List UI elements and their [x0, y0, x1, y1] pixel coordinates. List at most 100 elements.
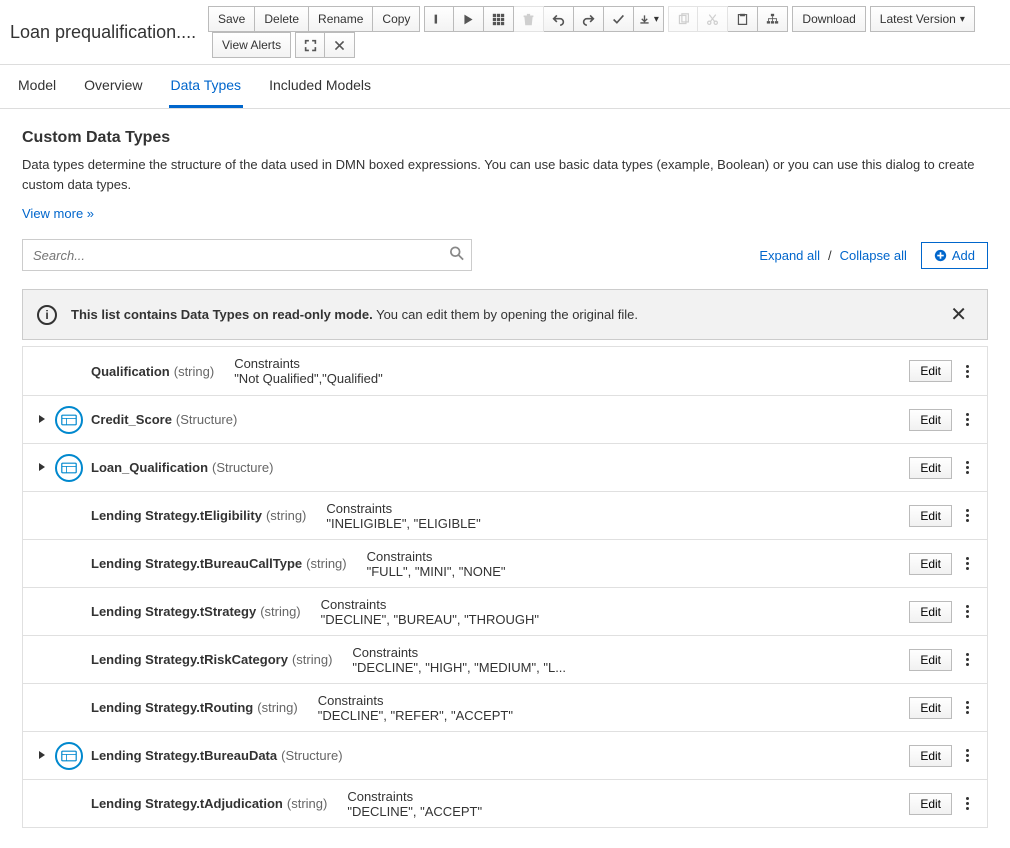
kebab-menu-icon[interactable]	[962, 793, 973, 814]
constraints-value: "FULL", "MINI", "NONE"	[367, 564, 506, 579]
expand-caret-icon[interactable]	[37, 748, 47, 763]
data-type-row: Lending Strategy.tEligibility (string) Co…	[23, 491, 987, 539]
data-type-name: Lending Strategy.tStrategy	[91, 604, 256, 619]
data-type-row: Lending Strategy.tStrategy (string)Const…	[23, 587, 987, 635]
data-type-name: Credit_Score	[91, 412, 172, 427]
structure-icon	[55, 742, 83, 770]
add-button[interactable]: Add	[921, 242, 988, 269]
edit-button[interactable]: Edit	[909, 457, 952, 479]
data-type-kind: (string)	[260, 604, 300, 619]
data-type-kind: (string)	[266, 508, 306, 523]
data-type-row: Lending Strategy.tRiskCategory (string) C…	[23, 635, 987, 683]
data-type-row: Lending Strategy.tRouting (string) Constr…	[23, 683, 987, 731]
tab-overview[interactable]: Overview	[82, 65, 144, 108]
redo-icon-button[interactable]	[574, 6, 604, 32]
validate-icon-button[interactable]	[424, 6, 454, 32]
grid-icon-button[interactable]	[484, 6, 514, 32]
data-type-name: Lending Strategy.tBureauData	[91, 748, 277, 763]
expand-caret-icon[interactable]	[37, 460, 47, 475]
trash-icon-button[interactable]	[514, 6, 544, 32]
rename-button[interactable]: Rename	[309, 6, 373, 32]
data-type-name: Lending Strategy.tAdjudication	[91, 796, 283, 811]
data-type-kind: (string)	[287, 796, 327, 811]
edit-button[interactable]: Edit	[909, 649, 952, 671]
data-type-row: Lending Strategy.tBureauData (Structure)…	[23, 731, 987, 779]
kebab-menu-icon[interactable]	[962, 505, 973, 526]
data-type-name: Lending Strategy.tBureauCallType	[91, 556, 302, 571]
info-icon: i	[37, 305, 57, 325]
section-heading: Custom Data Types	[22, 129, 988, 147]
copy-button[interactable]: Copy	[373, 6, 420, 32]
banner-close-icon[interactable]: ✕	[944, 302, 973, 327]
constraints-label: Constraints	[347, 789, 482, 804]
kebab-menu-icon[interactable]	[962, 409, 973, 430]
kebab-menu-icon[interactable]	[962, 601, 973, 622]
structure-icon	[55, 406, 83, 434]
constraints-value: "DECLINE", "REFER", "ACCEPT"	[318, 708, 513, 723]
tab-included-models[interactable]: Included Models	[267, 65, 373, 108]
edit-button[interactable]: Edit	[909, 360, 952, 382]
edit-button[interactable]: Edit	[909, 601, 952, 623]
banner-bold-text: This list contains Data Types on read-on…	[71, 307, 373, 322]
kebab-menu-icon[interactable]	[962, 361, 973, 382]
tab-data-types[interactable]: Data Types	[169, 65, 244, 108]
data-type-row: Loan_Qualification (Structure)Edit	[23, 443, 987, 491]
kebab-menu-icon[interactable]	[962, 649, 973, 670]
data-type-name: Lending Strategy.tRiskCategory	[91, 652, 288, 667]
constraints-value: "Not Qualified","Qualified"	[234, 371, 383, 386]
constraints-label: Constraints	[234, 356, 383, 371]
expand-caret-icon[interactable]	[37, 412, 47, 427]
data-type-name: Qualification	[91, 364, 170, 379]
data-type-name: Lending Strategy.tEligibility	[91, 508, 262, 523]
view-more-link[interactable]: View more »	[22, 206, 94, 221]
edit-button[interactable]: Edit	[909, 745, 952, 767]
data-type-kind: (string)	[257, 700, 297, 715]
section-description: Data types determine the structure of th…	[22, 155, 988, 194]
download-button[interactable]: Download	[792, 6, 865, 32]
cut-icon-button[interactable]	[698, 6, 728, 32]
search-input[interactable]	[22, 239, 472, 271]
constraints-label: Constraints	[318, 693, 513, 708]
kebab-menu-icon[interactable]	[962, 697, 973, 718]
tab-model[interactable]: Model	[16, 65, 58, 108]
kebab-menu-icon[interactable]	[962, 553, 973, 574]
kebab-menu-icon[interactable]	[962, 745, 973, 766]
close-icon-button[interactable]	[325, 32, 355, 58]
edit-button[interactable]: Edit	[909, 409, 952, 431]
tree-icon-button[interactable]	[758, 6, 788, 32]
edit-button[interactable]: Edit	[909, 793, 952, 815]
delete-button[interactable]: Delete	[255, 6, 309, 32]
expand-icon-button[interactable]	[295, 32, 325, 58]
check-icon-button[interactable]	[604, 6, 634, 32]
constraints-label: Constraints	[326, 501, 480, 516]
run-icon-button[interactable]	[454, 6, 484, 32]
constraints-value: "INELIGIBLE", "ELIGIBLE"	[326, 516, 480, 531]
data-type-kind: (string)	[292, 652, 332, 667]
collapse-all-link[interactable]: Collapse all	[840, 248, 907, 263]
data-type-kind: (Structure)	[212, 460, 273, 475]
version-dropdown[interactable]: Latest Version	[870, 6, 975, 32]
data-type-row: Lending Strategy.tBureauCallType (string…	[23, 539, 987, 587]
search-icon[interactable]	[450, 247, 464, 264]
undo-icon-button[interactable]	[544, 6, 574, 32]
edit-button[interactable]: Edit	[909, 505, 952, 527]
data-type-name: Lending Strategy.tRouting	[91, 700, 253, 715]
expand-all-link[interactable]: Expand all	[759, 248, 820, 263]
banner-text: You can edit them by opening the origina…	[373, 307, 638, 322]
data-type-kind: (Structure)	[176, 412, 237, 427]
copy-clip-icon-button[interactable]	[668, 6, 698, 32]
paste-icon-button[interactable]	[728, 6, 758, 32]
data-type-row: Qualification (string) Constraints"Not Qu…	[23, 347, 987, 395]
save-button[interactable]: Save	[208, 6, 255, 32]
edit-button[interactable]: Edit	[909, 697, 952, 719]
data-type-row: Lending Strategy.tAdjudication (string) C…	[23, 779, 987, 827]
view-alerts-button[interactable]: View Alerts	[212, 32, 291, 58]
export-dropdown-button[interactable]	[634, 6, 664, 32]
data-type-row: Credit_Score (Structure) Edit	[23, 395, 987, 443]
kebab-menu-icon[interactable]	[962, 457, 973, 478]
page-title: Loan prequalification....	[10, 22, 200, 43]
constraints-label: Constraints	[352, 645, 566, 660]
edit-button[interactable]: Edit	[909, 553, 952, 575]
data-type-kind: (Structure)	[281, 748, 342, 763]
data-type-kind: (string)	[174, 364, 214, 379]
